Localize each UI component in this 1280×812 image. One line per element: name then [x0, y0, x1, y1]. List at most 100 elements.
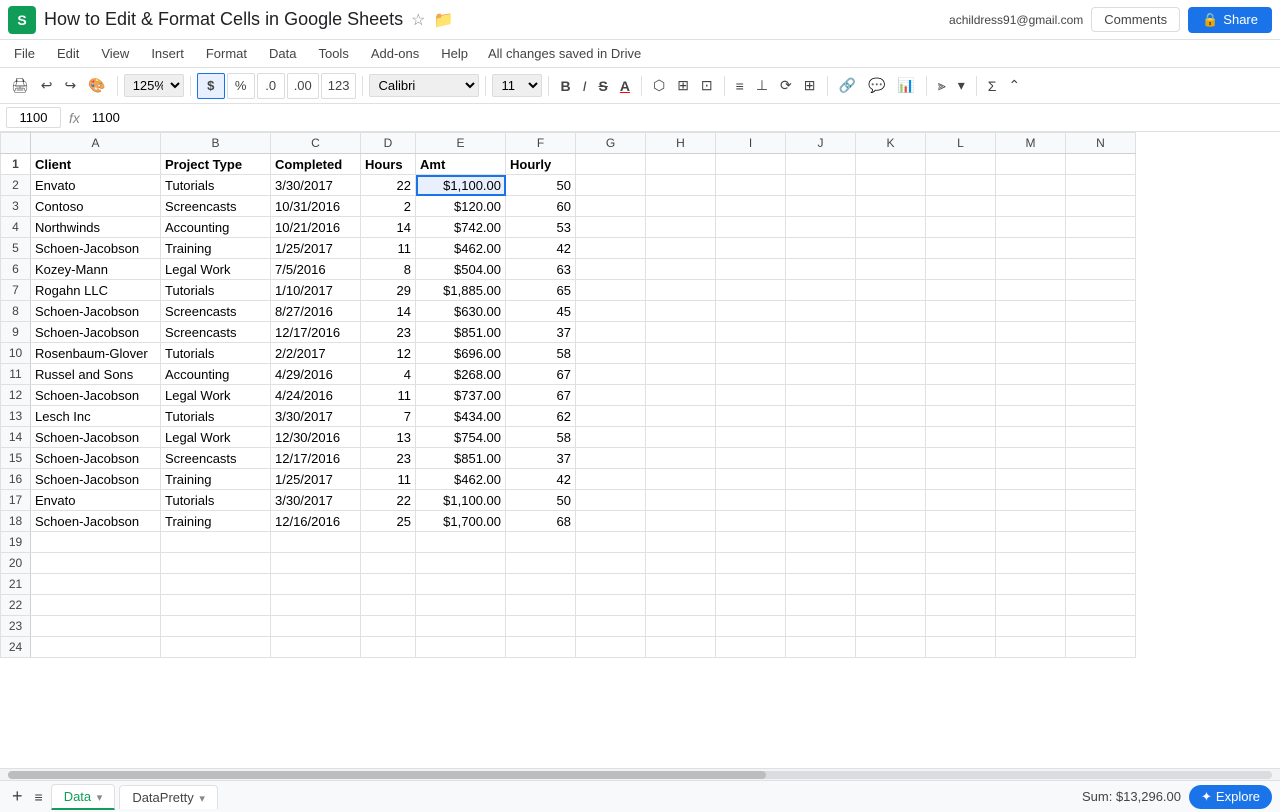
comments-button[interactable]: Comments: [1091, 7, 1180, 32]
cell-F2[interactable]: 50: [506, 175, 576, 196]
cell-J24[interactable]: [786, 637, 856, 658]
col-header-B[interactable]: B: [161, 133, 271, 154]
strikethrough-button[interactable]: S: [593, 75, 612, 97]
cell-M17[interactable]: [996, 490, 1066, 511]
cell-I10[interactable]: [716, 343, 786, 364]
cell-D19[interactable]: [361, 532, 416, 553]
cell-B10[interactable]: Tutorials: [161, 343, 271, 364]
cell-K6[interactable]: [856, 259, 926, 280]
cell-B14[interactable]: Legal Work: [161, 427, 271, 448]
cell-F15[interactable]: 37: [506, 448, 576, 469]
cell-B7[interactable]: Tutorials: [161, 280, 271, 301]
paint-format-button[interactable]: 🎨: [83, 74, 110, 97]
cell-A5[interactable]: Schoen-Jacobson: [31, 238, 161, 259]
cell-H17[interactable]: [646, 490, 716, 511]
cell-F3[interactable]: 60: [506, 196, 576, 217]
cell-B13[interactable]: Tutorials: [161, 406, 271, 427]
cell-L17[interactable]: [926, 490, 996, 511]
cell-I4[interactable]: [716, 217, 786, 238]
cell-M14[interactable]: [996, 427, 1066, 448]
cell-D23[interactable]: [361, 616, 416, 637]
cell-G24[interactable]: [576, 637, 646, 658]
cell-A3[interactable]: Contoso: [31, 196, 161, 217]
cell-F5[interactable]: 42: [506, 238, 576, 259]
cell-L6[interactable]: [926, 259, 996, 280]
cell-H11[interactable]: [646, 364, 716, 385]
cell-I6[interactable]: [716, 259, 786, 280]
cell-J21[interactable]: [786, 574, 856, 595]
cell-G12[interactable]: [576, 385, 646, 406]
cell-A4[interactable]: Northwinds: [31, 217, 161, 238]
cell-A16[interactable]: Schoen-Jacobson: [31, 469, 161, 490]
cell-D15[interactable]: 23: [361, 448, 416, 469]
cell-C11[interactable]: 4/29/2016: [271, 364, 361, 385]
cell-K24[interactable]: [856, 637, 926, 658]
all-sheets-button[interactable]: ≡: [31, 789, 47, 805]
cell-C7[interactable]: 1/10/2017: [271, 280, 361, 301]
cell-G3[interactable]: [576, 196, 646, 217]
cell-N11[interactable]: [1066, 364, 1136, 385]
cell-H15[interactable]: [646, 448, 716, 469]
cell-F19[interactable]: [506, 532, 576, 553]
cell-N15[interactable]: [1066, 448, 1136, 469]
cell-H10[interactable]: [646, 343, 716, 364]
cell-A21[interactable]: [31, 574, 161, 595]
cell-I15[interactable]: [716, 448, 786, 469]
cell-J19[interactable]: [786, 532, 856, 553]
zoom-select[interactable]: 125% 100% 75% 150%: [124, 74, 184, 97]
cell-J14[interactable]: [786, 427, 856, 448]
cell-K15[interactable]: [856, 448, 926, 469]
functions-button[interactable]: Σ: [983, 75, 1002, 97]
cell-N24[interactable]: [1066, 637, 1136, 658]
cell-F21[interactable]: [506, 574, 576, 595]
cell-C15[interactable]: 12/17/2016: [271, 448, 361, 469]
cell-J5[interactable]: [786, 238, 856, 259]
cell-L2[interactable]: [926, 175, 996, 196]
cell-L9[interactable]: [926, 322, 996, 343]
cell-H19[interactable]: [646, 532, 716, 553]
hide-controls-button[interactable]: ⌃: [1003, 74, 1025, 97]
cell-L20[interactable]: [926, 553, 996, 574]
cell-K19[interactable]: [856, 532, 926, 553]
cell-L3[interactable]: [926, 196, 996, 217]
cell-I3[interactable]: [716, 196, 786, 217]
cell-B6[interactable]: Legal Work: [161, 259, 271, 280]
cell-N13[interactable]: [1066, 406, 1136, 427]
cell-N2[interactable]: [1066, 175, 1136, 196]
cell-H20[interactable]: [646, 553, 716, 574]
cell-K13[interactable]: [856, 406, 926, 427]
add-sheet-button[interactable]: +: [8, 786, 27, 807]
cell-I1[interactable]: [716, 154, 786, 175]
more-format-button[interactable]: 123: [321, 73, 357, 99]
cell-C16[interactable]: 1/25/2017: [271, 469, 361, 490]
cell-A1[interactable]: Client: [31, 154, 161, 175]
col-header-C[interactable]: C: [271, 133, 361, 154]
cell-G20[interactable]: [576, 553, 646, 574]
cell-D8[interactable]: 14: [361, 301, 416, 322]
cell-K12[interactable]: [856, 385, 926, 406]
cell-D22[interactable]: [361, 595, 416, 616]
menu-view[interactable]: View: [91, 43, 139, 64]
cell-A11[interactable]: Russel and Sons: [31, 364, 161, 385]
cell-M19[interactable]: [996, 532, 1066, 553]
explore-button[interactable]: ✦ Explore: [1189, 785, 1272, 809]
cell-H5[interactable]: [646, 238, 716, 259]
cell-A14[interactable]: Schoen-Jacobson: [31, 427, 161, 448]
cell-N7[interactable]: [1066, 280, 1136, 301]
cell-M16[interactable]: [996, 469, 1066, 490]
cell-J22[interactable]: [786, 595, 856, 616]
cell-H7[interactable]: [646, 280, 716, 301]
cell-A18[interactable]: Schoen-Jacobson: [31, 511, 161, 532]
cell-I13[interactable]: [716, 406, 786, 427]
cell-M23[interactable]: [996, 616, 1066, 637]
cell-C18[interactable]: 12/16/2016: [271, 511, 361, 532]
cell-E24[interactable]: [416, 637, 506, 658]
cell-I8[interactable]: [716, 301, 786, 322]
decimal-increase-button[interactable]: .00: [287, 73, 319, 99]
cell-N6[interactable]: [1066, 259, 1136, 280]
cell-E6[interactable]: $504.00: [416, 259, 506, 280]
cell-C6[interactable]: 7/5/2016: [271, 259, 361, 280]
cell-L24[interactable]: [926, 637, 996, 658]
cell-F14[interactable]: 58: [506, 427, 576, 448]
cell-H3[interactable]: [646, 196, 716, 217]
